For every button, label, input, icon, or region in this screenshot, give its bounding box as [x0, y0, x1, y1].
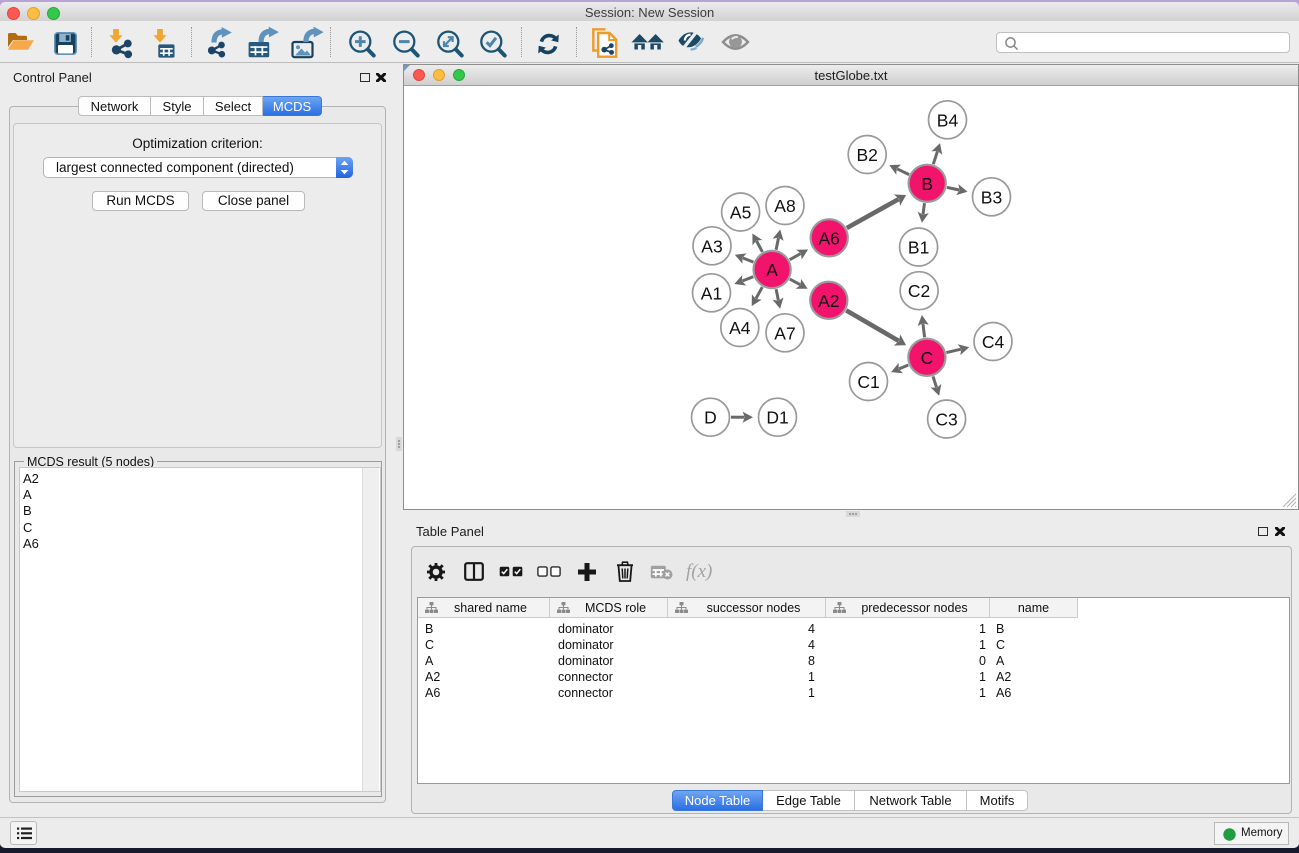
svg-text:A4: A4 — [729, 318, 751, 338]
svg-text:A3: A3 — [701, 236, 722, 256]
svg-text:C3: C3 — [935, 410, 957, 430]
svg-text:A7: A7 — [774, 323, 795, 343]
svg-text:B1: B1 — [908, 238, 929, 258]
svg-text:B2: B2 — [856, 145, 877, 165]
svg-text:D1: D1 — [766, 408, 788, 428]
svg-text:A: A — [766, 260, 778, 280]
svg-text:C4: C4 — [982, 332, 1005, 352]
svg-text:B: B — [921, 174, 933, 194]
svg-text:C: C — [921, 348, 934, 368]
svg-text:A5: A5 — [730, 203, 751, 223]
svg-text:A8: A8 — [774, 196, 795, 216]
svg-text:A6: A6 — [818, 228, 839, 248]
svg-text:B3: B3 — [981, 187, 1002, 207]
svg-text:A1: A1 — [701, 283, 722, 303]
svg-text:A2: A2 — [818, 291, 839, 311]
svg-text:D: D — [704, 408, 717, 428]
svg-text:C1: C1 — [857, 372, 879, 392]
svg-text:B4: B4 — [937, 110, 959, 130]
svg-text:C2: C2 — [908, 281, 930, 301]
